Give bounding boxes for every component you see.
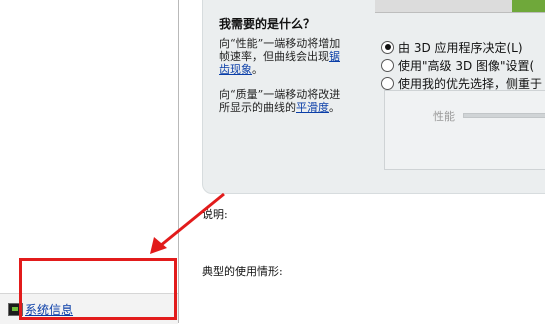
annotation-arrow	[150, 192, 225, 254]
arrow-head	[150, 237, 167, 254]
arrow-line	[159, 192, 225, 248]
